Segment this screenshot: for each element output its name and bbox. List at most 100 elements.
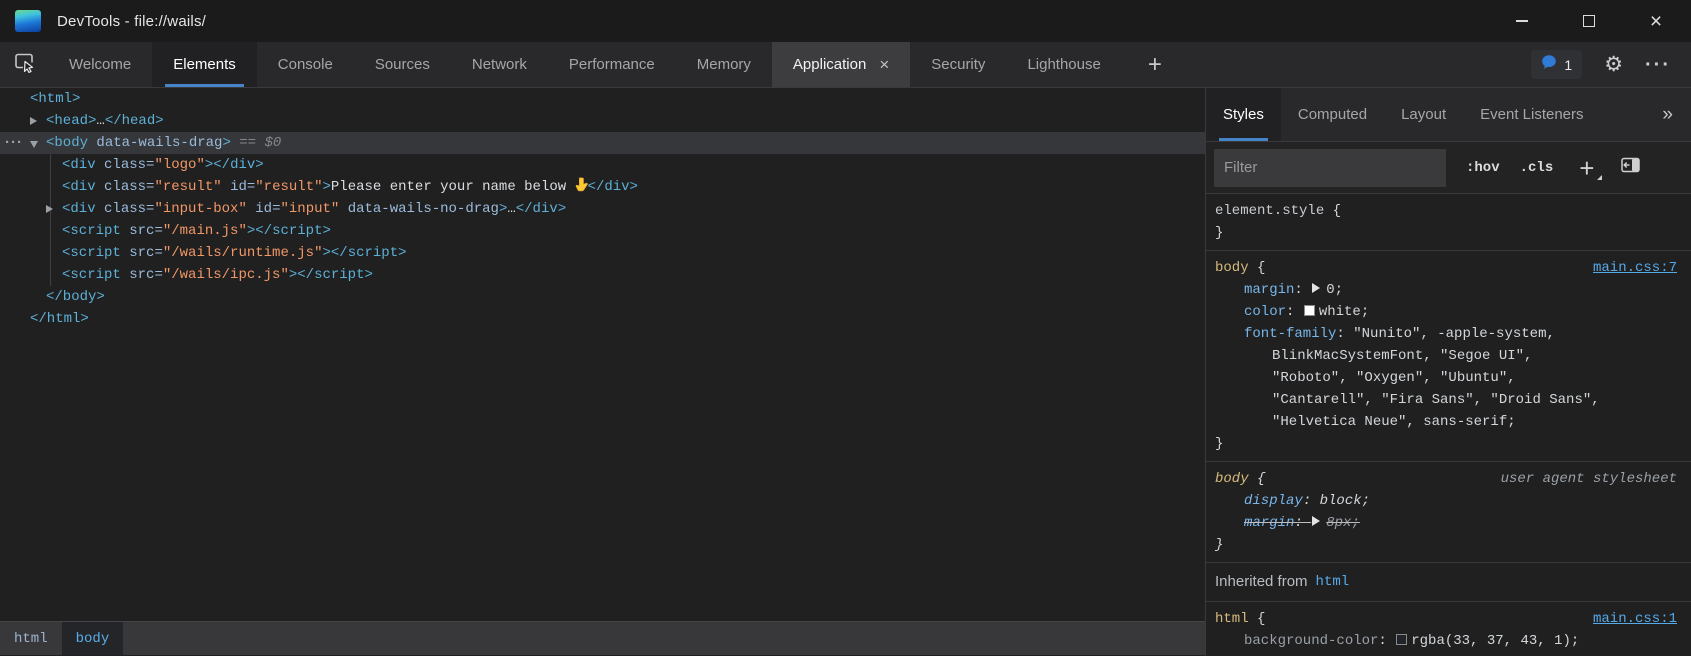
css-property-value[interactable]: white; [1319, 304, 1369, 320]
rule-selector[interactable]: body [1215, 260, 1249, 276]
dom-tree-row[interactable]: <div class="logo"></div> [0, 154, 1205, 176]
code-token-meta: == $0 [231, 135, 281, 151]
rule-selector[interactable]: body [1215, 471, 1249, 487]
breadcrumb-item-body[interactable]: body [62, 622, 124, 655]
tab-memory[interactable]: Memory [676, 42, 772, 87]
disclosure-triangle-icon[interactable] [46, 205, 53, 213]
code-token-tag: <html> [30, 91, 80, 107]
dom-tree-row[interactable]: </body> [0, 286, 1205, 308]
css-declaration[interactable]: margin: 0; [1215, 279, 1691, 301]
code-token-attr: id [230, 179, 247, 195]
tab-layout[interactable]: Layout [1384, 88, 1463, 141]
devtools-window: DevTools - file://wails/ × WelcomeElemen… [0, 0, 1691, 656]
code-token-attr: data-wails-drag [96, 135, 222, 151]
rule-selector[interactable]: element.style [1215, 203, 1324, 219]
tab-event-listeners[interactable]: Event Listeners [1463, 88, 1600, 141]
stylesheet-link[interactable]: main.css:7 [1593, 257, 1677, 279]
tab-performance[interactable]: Performance [548, 42, 676, 87]
tab-welcome[interactable]: Welcome [48, 42, 152, 87]
tab-elements[interactable]: Elements [152, 42, 257, 87]
more-options-button[interactable]: ··· [1645, 55, 1671, 75]
dom-tree-row[interactable]: <script src="/wails/runtime.js"></script… [0, 242, 1205, 264]
breadcrumb-item-html[interactable]: html [0, 622, 62, 655]
element-classes-button[interactable]: .cls [1520, 160, 1554, 176]
css-property-name[interactable]: background-color [1244, 633, 1378, 649]
color-swatch[interactable] [1304, 305, 1315, 316]
css-declaration[interactable]: color: white; [1215, 301, 1691, 323]
code-token-tag: <script [62, 223, 121, 239]
tab-sources[interactable]: Sources [354, 42, 451, 87]
tab-network[interactable]: Network [451, 42, 548, 87]
color-swatch[interactable] [1396, 634, 1407, 645]
dom-tree-row[interactable]: <div class="result" id="result">Please e… [0, 176, 1205, 198]
indent-guide-line [50, 176, 51, 198]
close-tab-icon[interactable]: × [879, 56, 889, 73]
inspect-element-button[interactable] [0, 42, 48, 87]
expand-shorthand-icon[interactable] [1312, 516, 1320, 526]
tab-computed[interactable]: Computed [1281, 88, 1384, 141]
css-property-value[interactable]: 8px; [1326, 515, 1360, 531]
disclosure-triangle-icon[interactable] [30, 141, 38, 148]
styles-filter-input[interactable] [1214, 149, 1446, 187]
code-token-val: "input" [280, 201, 339, 217]
code-token-tag: </div> [516, 201, 566, 217]
css-declaration[interactable]: background-color: rgba(33, 37, 43, 1); [1215, 630, 1691, 652]
css-property-name[interactable]: margin [1244, 282, 1294, 298]
more-tabs-button[interactable]: » [1644, 88, 1691, 141]
dom-tree-row[interactable]: ···<body data-wails-drag> == $0 [0, 132, 1205, 154]
tab-lighthouse[interactable]: Lighthouse [1006, 42, 1121, 87]
css-property-name[interactable]: display [1244, 493, 1303, 509]
dom-tree-row[interactable]: </html> [0, 308, 1205, 330]
inherited-node-link[interactable]: html [1316, 571, 1350, 593]
new-style-rule-button[interactable]: + [1575, 155, 1598, 181]
dom-tree-row[interactable]: <script src="/main.js"></script> [0, 220, 1205, 242]
css-property-name[interactable]: margin [1244, 515, 1294, 531]
tab-application[interactable]: Application × [772, 42, 910, 87]
disclosure-triangle-icon[interactable] [30, 117, 37, 125]
css-property-value[interactable]: block; [1320, 493, 1370, 509]
css-declaration[interactable]: display: block; [1215, 490, 1691, 512]
rule-selector-line: body {main.css:7 [1215, 257, 1691, 279]
dom-tree-row[interactable]: <script src="/wails/ipc.js"></script> [0, 264, 1205, 286]
css-property-name[interactable]: color [1244, 304, 1286, 320]
computed-pane-toggle-button[interactable] [1618, 155, 1643, 180]
css-declaration[interactable]: text-align: center; [1215, 652, 1691, 655]
code-token-val: "/wails/ipc.js" [163, 267, 289, 283]
maximize-button[interactable] [1566, 0, 1612, 42]
colon: : [1294, 515, 1311, 531]
rule-selector[interactable]: html [1215, 611, 1249, 627]
code-token-val: "result" [255, 179, 322, 195]
dom-tree-row[interactable]: <html> [0, 88, 1205, 110]
minimize-icon [1516, 20, 1528, 22]
css-property-value[interactable]: rgba(33, 37, 43, 1); [1411, 633, 1579, 649]
stylesheet-link[interactable]: main.css:1 [1593, 608, 1677, 630]
tab-security[interactable]: Security [910, 42, 1006, 87]
main-toolbar: WelcomeElementsConsoleSourcesNetworkPerf… [0, 42, 1691, 88]
css-property-value[interactable]: "Nunito", -apple-system, [1353, 326, 1555, 342]
issues-badge[interactable]: 1 [1531, 50, 1582, 79]
close-brace: } [1215, 534, 1691, 556]
css-property-name[interactable]: font-family [1244, 326, 1336, 342]
dom-tree-row[interactable]: <head>…</head> [0, 110, 1205, 132]
tab-label: Computed [1298, 106, 1367, 123]
css-property-value[interactable]: 0; [1326, 282, 1343, 298]
code-token-tag: <script [62, 245, 121, 261]
close-button[interactable]: × [1633, 0, 1679, 42]
code-token-tag: ></script> [247, 223, 331, 239]
code-token-plain [121, 245, 129, 261]
dropdown-corner-icon [1597, 175, 1602, 180]
close-icon: × [1650, 11, 1662, 32]
tab-styles[interactable]: Styles [1206, 88, 1281, 141]
minimize-button[interactable] [1499, 0, 1545, 42]
expand-shorthand-icon[interactable] [1312, 283, 1320, 293]
title-bar: DevTools - file://wails/ × [0, 0, 1691, 42]
css-declaration[interactable]: font-family: "Nunito", -apple-system, [1215, 323, 1691, 345]
css-declaration[interactable]: margin: 8px; [1215, 512, 1691, 534]
dom-tree-row[interactable]: <div class="input-box" id="input" data-w… [0, 198, 1205, 220]
toggle-pseudo-classes-button[interactable]: :hov [1466, 160, 1500, 176]
settings-button[interactable]: ⚙ [1604, 54, 1623, 75]
add-tab-button[interactable]: + [1122, 42, 1188, 87]
tab-label: Application [793, 56, 866, 73]
tab-console[interactable]: Console [257, 42, 354, 87]
node-menu-icon[interactable]: ··· [5, 132, 23, 154]
